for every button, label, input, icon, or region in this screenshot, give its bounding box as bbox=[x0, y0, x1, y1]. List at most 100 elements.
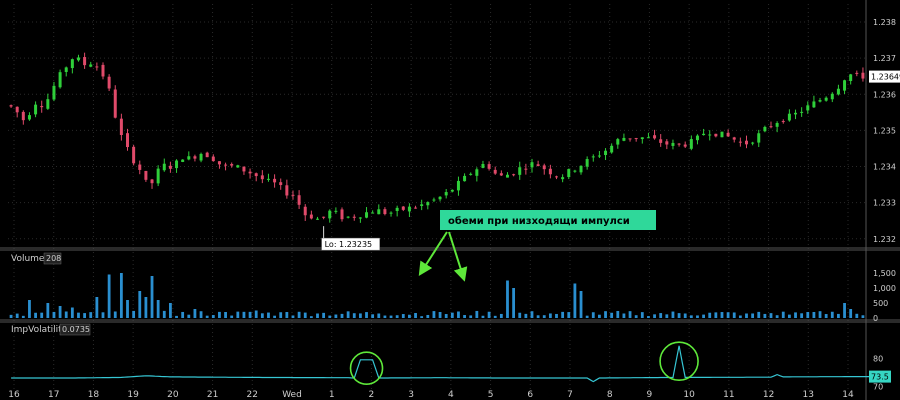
candle-body bbox=[40, 106, 44, 108]
volume-bar bbox=[169, 303, 172, 318]
candle-body bbox=[861, 72, 865, 79]
candle-body bbox=[843, 80, 847, 91]
volume-bar bbox=[438, 312, 442, 318]
candle-body bbox=[365, 212, 369, 218]
volume-bar bbox=[702, 314, 705, 318]
volume-bar bbox=[745, 313, 748, 318]
candle-body bbox=[671, 142, 675, 146]
candle-body bbox=[787, 113, 791, 121]
volume-bar bbox=[677, 313, 681, 318]
volume-bar bbox=[665, 314, 669, 318]
x-tick-label: 20 bbox=[167, 390, 179, 400]
volume-bar bbox=[499, 313, 503, 318]
volume-bar bbox=[352, 313, 356, 318]
x-tick-label: 13 bbox=[803, 390, 814, 400]
candle-body bbox=[83, 57, 87, 66]
x-tick-label: 10 bbox=[683, 390, 695, 400]
volume-bar bbox=[279, 312, 283, 318]
candle-body bbox=[456, 180, 460, 191]
volume-bar bbox=[365, 312, 368, 318]
volume-bar bbox=[9, 314, 13, 318]
candle-body bbox=[181, 159, 185, 162]
candle-body bbox=[512, 174, 516, 176]
volume-bar bbox=[806, 312, 810, 318]
volume-bar bbox=[70, 307, 74, 318]
candle-body bbox=[34, 104, 38, 115]
volume-bar bbox=[524, 313, 528, 318]
volume-title: Volume bbox=[11, 254, 45, 264]
candle-body bbox=[211, 156, 215, 162]
volume-bar bbox=[647, 316, 650, 318]
candle-body bbox=[769, 126, 773, 128]
candle-body bbox=[162, 163, 166, 171]
candle-body bbox=[217, 161, 221, 165]
candle-body bbox=[9, 105, 13, 107]
candle-body bbox=[107, 76, 111, 89]
candle-body bbox=[248, 171, 252, 174]
candle-body bbox=[695, 135, 699, 141]
volume-bar bbox=[493, 315, 497, 318]
volume-bar bbox=[211, 315, 215, 318]
volume-bar bbox=[855, 313, 859, 318]
candle-body bbox=[524, 168, 528, 170]
candle-body bbox=[334, 210, 338, 212]
volume-bar bbox=[757, 311, 761, 318]
volume-bar bbox=[15, 313, 19, 318]
candle-body bbox=[567, 169, 571, 178]
volume-bar bbox=[824, 314, 828, 318]
candle-body bbox=[113, 89, 117, 118]
candle-body bbox=[475, 169, 479, 176]
volume-bar bbox=[199, 311, 203, 318]
candle-body bbox=[591, 156, 595, 158]
volume-bar bbox=[683, 313, 687, 318]
candle-body bbox=[744, 140, 748, 145]
low-label: Lo: 1.23235 bbox=[325, 240, 373, 249]
volume-bar bbox=[653, 314, 656, 318]
y-tick-label: 1.238 bbox=[873, 18, 896, 27]
y-tick-label: 1.232 bbox=[873, 235, 896, 244]
candle-body bbox=[444, 192, 448, 196]
volume-bar bbox=[181, 311, 185, 318]
candle-body bbox=[168, 165, 172, 169]
volume-bar bbox=[334, 314, 338, 318]
candle-body bbox=[420, 204, 424, 207]
volume-bar bbox=[475, 310, 479, 318]
volume-bar bbox=[849, 309, 853, 318]
volume-bar bbox=[64, 311, 68, 318]
candle-body bbox=[597, 155, 601, 157]
candle-body bbox=[119, 118, 123, 136]
candle-body bbox=[818, 100, 822, 102]
candle-body bbox=[616, 139, 620, 145]
volatility-circle-1 bbox=[349, 351, 384, 386]
volume-bar bbox=[383, 315, 387, 318]
volume-bar bbox=[297, 311, 301, 318]
candle-body bbox=[156, 168, 160, 184]
candle-body bbox=[714, 133, 718, 137]
candle-body bbox=[175, 160, 179, 169]
volume-bar bbox=[542, 315, 546, 318]
volume-bar bbox=[77, 312, 80, 318]
candle-body bbox=[505, 174, 509, 178]
volume-bar bbox=[794, 312, 797, 318]
candle-body bbox=[279, 182, 283, 186]
candle-body bbox=[628, 138, 632, 140]
candle-body bbox=[634, 138, 638, 140]
panels bbox=[0, 0, 900, 400]
volume-bar bbox=[316, 313, 319, 318]
x-tick-label: 14 bbox=[842, 390, 854, 400]
volatility-tick-label: 70 bbox=[873, 382, 883, 391]
volume-bar bbox=[861, 315, 865, 318]
volume-bar bbox=[720, 312, 724, 318]
volume-bar bbox=[769, 313, 773, 318]
volume-bar bbox=[218, 311, 221, 318]
candle-body bbox=[677, 143, 681, 145]
x-tick-label: 12 bbox=[763, 390, 774, 400]
volume-bar bbox=[800, 313, 804, 318]
y-tick-label: 1.233 bbox=[873, 199, 896, 208]
volume-bar bbox=[303, 312, 307, 318]
volume-bar bbox=[267, 312, 270, 318]
volume-bar bbox=[34, 312, 37, 318]
volume-bar bbox=[162, 310, 166, 318]
volume-bar bbox=[395, 315, 399, 318]
candle-body bbox=[763, 126, 767, 132]
